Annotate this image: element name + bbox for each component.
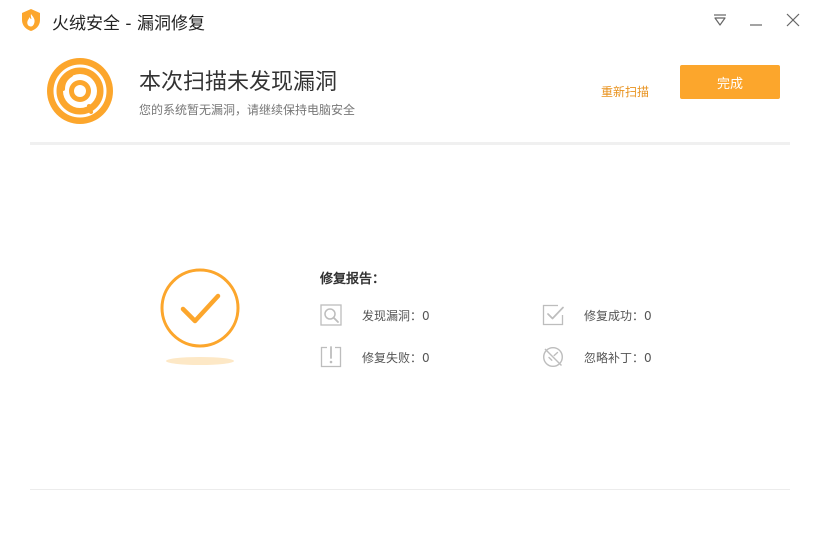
huorong-flame-icon: [20, 8, 42, 32]
window-title: 火绒安全 - 漏洞修复: [52, 14, 205, 34]
footer-divider: [30, 489, 790, 490]
dropdown-triangle-icon[interactable]: [710, 10, 730, 30]
stat-fixed-successfully: 修复成功：0: [542, 303, 652, 327]
stat-ignored-label: 忽略补丁：0: [584, 350, 652, 365]
magnifier-icon: [320, 304, 342, 326]
ignore-slash-icon: [542, 346, 564, 368]
alert-bracket-icon: [320, 346, 342, 368]
close-icon[interactable]: [783, 10, 803, 30]
done-button[interactable]: 完成: [680, 65, 780, 99]
stat-found-label: 发现漏洞：0: [362, 308, 430, 323]
header-divider: [30, 142, 790, 145]
radar-scan-icon: [47, 58, 113, 124]
stat-ignored-patches: 忽略补丁：0: [542, 345, 652, 369]
stat-found-vulnerabilities: 发现漏洞：0: [320, 303, 430, 327]
check-circle-icon: [158, 268, 242, 368]
report-title: 修复报告：: [320, 272, 386, 287]
title-bar: 火绒安全 - 漏洞修复: [0, 0, 820, 40]
stat-fixed-label: 修复成功：0: [584, 308, 652, 323]
checkbox-tick-icon: [542, 304, 564, 326]
scan-result-subline: 您的系统暂无漏洞，请继续保持电脑安全: [139, 103, 356, 117]
rescan-link[interactable]: 重新扫描: [601, 83, 649, 100]
minimize-icon[interactable]: [746, 10, 766, 30]
scan-result-headline: 本次扫描未发现漏洞: [139, 70, 338, 95]
stat-fix-failed: 修复失败：0: [320, 345, 430, 369]
stat-failed-label: 修复失败：0: [362, 350, 430, 365]
